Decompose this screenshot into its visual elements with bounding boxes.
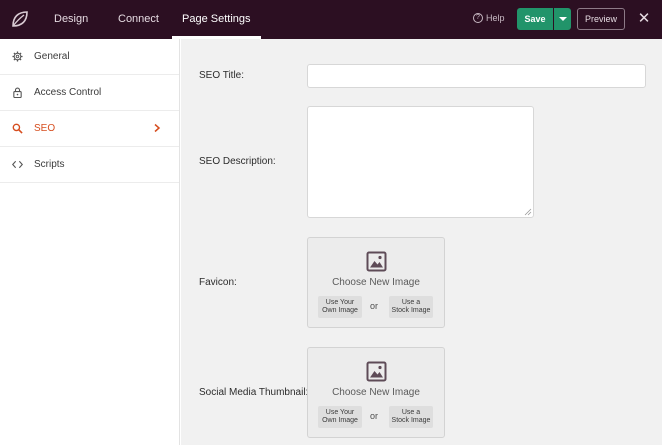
use-stock-image-button[interactable]: Use a Stock Image <box>389 296 433 318</box>
stock-line1: Use a <box>401 409 421 416</box>
image-icon <box>366 361 387 382</box>
choose-new-image-label: Choose New Image <box>332 387 420 398</box>
use-own-line2: Own Image <box>322 417 358 424</box>
favicon-label: Favicon: <box>199 277 237 288</box>
seo-settings-panel: SEO Title: SEO Description: Favicon: Cho… <box>181 39 662 445</box>
sidebar-item-access-control[interactable]: Access Control <box>0 75 179 111</box>
or-separator: or <box>370 301 379 311</box>
search-icon <box>12 123 23 134</box>
gear-icon <box>12 51 23 62</box>
help-label: Help <box>486 13 505 23</box>
preview-button[interactable]: Preview <box>577 8 625 30</box>
stock-line2: Stock Image <box>391 307 431 314</box>
favicon-image-picker[interactable]: Choose New Image Use Your Own Image or U… <box>307 237 445 328</box>
seedprod-logo-icon[interactable] <box>9 8 31 30</box>
resize-grip-icon[interactable] <box>524 208 532 216</box>
or-separator: or <box>370 411 379 421</box>
sidebar-item-label: General <box>34 51 70 62</box>
stock-line2: Stock Image <box>391 417 431 424</box>
seo-description-textarea[interactable] <box>307 106 534 218</box>
image-icon <box>366 251 387 272</box>
seo-title-input[interactable] <box>307 64 646 88</box>
choose-new-image-label: Choose New Image <box>332 277 420 288</box>
sidebar-item-scripts[interactable]: Scripts <box>0 147 179 183</box>
tab-connect[interactable]: Connect <box>118 0 159 39</box>
close-icon[interactable]: ✕ <box>637 11 651 27</box>
use-own-image-button[interactable]: Use Your Own Image <box>318 296 362 318</box>
code-icon <box>12 160 23 169</box>
lock-icon <box>13 87 22 98</box>
seo-description-label: SEO Description: <box>199 156 276 167</box>
social-thumbnail-image-picker[interactable]: Choose New Image Use Your Own Image or U… <box>307 347 445 438</box>
use-own-line2: Own Image <box>322 307 358 314</box>
tab-page-settings[interactable]: Page Settings <box>172 0 260 39</box>
help-circle-icon: ? <box>473 13 483 23</box>
use-own-image-button[interactable]: Use Your Own Image <box>318 406 362 428</box>
sidebar-item-label: SEO <box>34 123 56 134</box>
sidebar-item-seo[interactable]: SEO <box>0 111 179 147</box>
use-own-line1: Use Your <box>325 299 355 306</box>
top-bar: Design Connect Page Settings ? Help Save… <box>0 0 662 39</box>
tab-design[interactable]: Design <box>54 0 88 39</box>
save-options-chevron-down-icon[interactable] <box>554 8 571 30</box>
sidebar-item-general[interactable]: General <box>0 39 179 75</box>
chevron-right-icon <box>154 123 161 133</box>
sidebar-item-label: Scripts <box>34 159 65 170</box>
stock-line1: Use a <box>401 299 421 306</box>
settings-sidebar: General Access Control SEO Scripts <box>0 39 180 445</box>
seo-title-label: SEO Title: <box>199 70 245 81</box>
sidebar-item-label: Access Control <box>34 87 102 98</box>
help-link[interactable]: ? Help <box>473 13 505 23</box>
save-button[interactable]: Save <box>517 8 553 30</box>
social-thumbnail-label: Social Media Thumbnail: <box>199 387 309 398</box>
use-stock-image-button[interactable]: Use a Stock Image <box>389 406 433 428</box>
use-own-line1: Use Your <box>325 409 355 416</box>
